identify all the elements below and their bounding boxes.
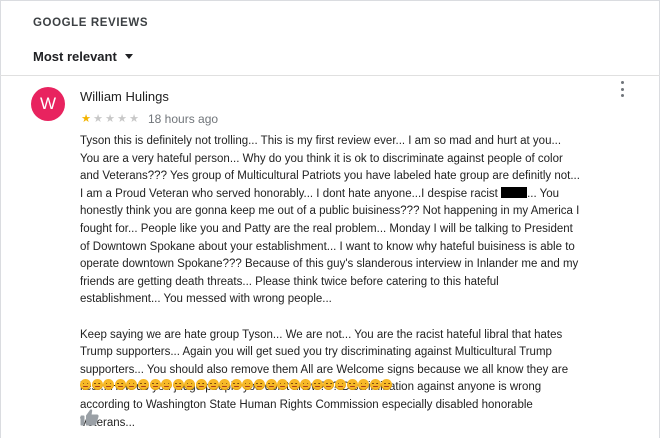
reviewer-name[interactable]: William Hulings [80,89,169,104]
angry-face-emoji-icon [323,379,335,390]
emoji-row [80,379,393,391]
review-text-part: ... You honestly think you are gonna kee… [80,187,580,306]
angry-face-emoji-icon [219,379,231,390]
angry-face-emoji-icon [195,379,207,390]
angry-face-emoji-icon [277,379,289,390]
star-empty-icon: ★ [93,113,103,125]
angry-face-emoji-icon [300,379,312,390]
angry-face-emoji-icon [80,379,91,390]
review-time: 18 hours ago [148,112,219,126]
angry-face-emoji-icon [346,379,358,390]
angry-face-emoji-icon [91,379,103,390]
angry-face-emoji-icon [207,379,219,390]
angry-face-emoji-icon [358,379,370,390]
angry-face-emoji-icon [265,379,277,390]
star-empty-icon: ★ [129,113,139,125]
angry-face-emoji-icon [172,379,184,390]
angry-face-emoji-icon [288,379,300,390]
section-title: GOOGLE REVIEWS [33,17,149,29]
angry-face-emoji-icon [149,379,161,390]
angry-face-emoji-icon [242,379,254,390]
star-rating: ★ ★ ★ ★ ★ [80,113,140,125]
angry-face-emoji-icon [114,379,126,390]
avatar[interactable]: W [31,87,65,121]
angry-face-emoji-icon [184,379,196,390]
star-empty-icon: ★ [117,113,127,125]
review-paragraph: Tyson this is definitely not trolling...… [80,133,580,309]
angry-face-emoji-icon [161,379,173,390]
angry-face-emoji-icon [335,379,347,390]
sort-label: Most relevant [33,49,117,64]
star-empty-icon: ★ [105,113,115,125]
caret-down-icon [124,54,133,59]
sort-dropdown[interactable]: Most relevant [33,49,133,64]
more-options-icon[interactable] [617,81,627,97]
angry-face-emoji-icon [253,379,265,390]
angry-face-emoji-icon [230,379,242,390]
angry-face-emoji-icon [369,379,381,390]
angry-face-emoji-icon [311,379,323,390]
angry-face-emoji-icon [126,379,138,390]
rating-row: ★ ★ ★ ★ ★ 18 hours ago [80,112,218,126]
divider [0,75,660,76]
thumbs-up-icon[interactable] [80,408,99,426]
angry-face-emoji-icon [381,379,393,390]
angry-face-emoji-icon [137,379,149,390]
angry-face-emoji-icon [103,379,115,390]
redaction-bar [501,186,528,198]
star-filled-icon: ★ [81,113,91,125]
